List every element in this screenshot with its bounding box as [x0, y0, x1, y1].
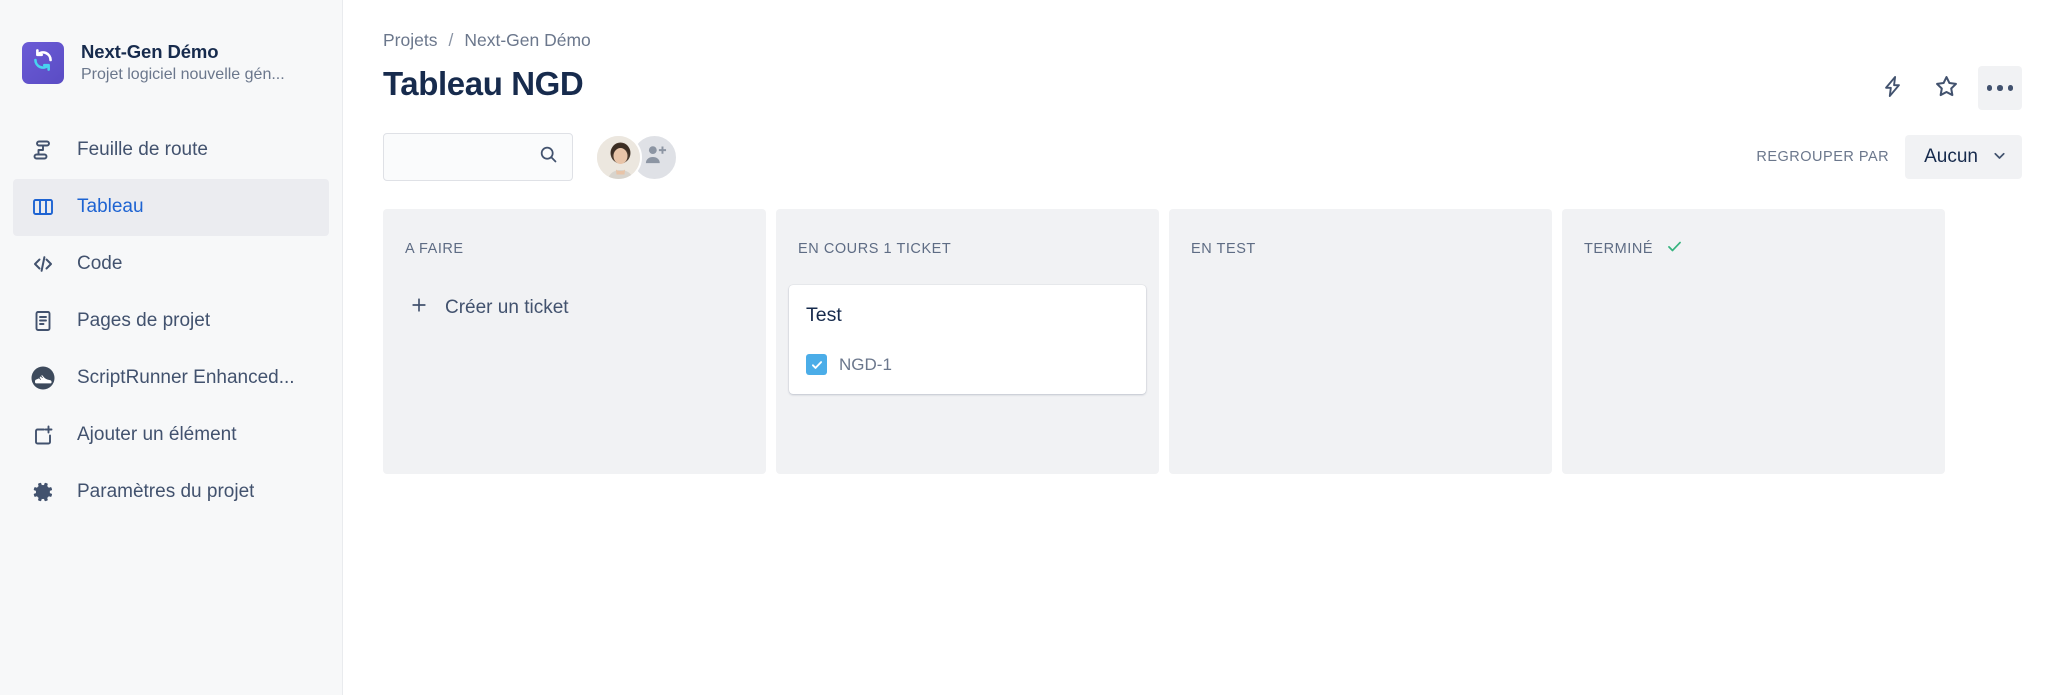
group-by-value: Aucun — [1924, 146, 1978, 167]
more-actions-icon — [1986, 85, 2014, 91]
column-title: EN TEST — [1191, 241, 1256, 257]
sidebar-item-project-settings[interactable]: Paramètres du projet — [13, 464, 329, 521]
person-plus-icon — [642, 142, 668, 173]
sidebar-item-scriptrunner[interactable]: ScriptRunner Enhanced... — [13, 350, 329, 407]
toolbar-right: REGROUPER PAR Aucun — [1756, 135, 2022, 179]
breadcrumb-separator: / — [448, 30, 454, 50]
search-icon — [538, 144, 559, 170]
sidebar-item-label: Paramètres du projet — [77, 481, 255, 503]
sidebar: Next-Gen Démo Projet logiciel nouvelle g… — [0, 0, 343, 695]
user-avatar[interactable] — [595, 133, 642, 181]
breadcrumb: Projets / Next-Gen Démo — [383, 30, 2048, 51]
create-issue-button[interactable]: Créer un ticket — [396, 285, 579, 331]
column-header: EN COURS 1 TICKET — [789, 223, 1146, 267]
project-subtitle: Projet logiciel nouvelle gén... — [81, 66, 285, 84]
title-row: Tableau NGD — [383, 64, 2048, 110]
sidebar-item-add-item[interactable]: Ajouter un élément — [13, 407, 329, 464]
group-by-select[interactable]: Aucun — [1905, 135, 2022, 179]
column-body[interactable]: Créer un ticket — [396, 285, 753, 456]
breadcrumb-current-project[interactable]: Next-Gen Démo — [464, 30, 590, 51]
app-root: Next-Gen Démo Projet logiciel nouvelle g… — [0, 0, 2048, 695]
code-brackets-icon — [30, 251, 56, 277]
refresh-circle-icon — [30, 47, 56, 78]
sidebar-item-roadmap[interactable]: Feuille de route — [13, 122, 329, 179]
group-by-label: REGROUPER PAR — [1756, 149, 1890, 165]
star-favorite-icon — [1933, 73, 1960, 103]
sidebar-item-board[interactable]: Tableau — [13, 178, 329, 236]
create-issue-label: Créer un ticket — [445, 297, 569, 318]
gear-icon — [30, 479, 56, 505]
board-toolbar: REGROUPER PAR Aucun — [383, 133, 2048, 181]
more-actions-button[interactable] — [1978, 66, 2022, 110]
project-name: Next-Gen Démo — [81, 41, 219, 62]
issue-card-title: Test — [806, 304, 842, 326]
sidebar-item-project-pages[interactable]: Pages de projet — [13, 293, 329, 350]
sidebar-item-code[interactable]: Code — [13, 236, 329, 293]
project-header[interactable]: Next-Gen Démo Projet logiciel nouvelle g… — [0, 40, 342, 86]
sidebar-item-label: Pages de projet — [77, 310, 211, 332]
roadmap-icon — [30, 137, 56, 163]
document-page-icon — [30, 308, 56, 334]
sidebar-item-label: Tableau — [77, 196, 144, 218]
toolbar-left — [383, 133, 678, 181]
breadcrumb-projects[interactable]: Projets — [383, 30, 437, 51]
column-body[interactable] — [1575, 285, 1932, 456]
title-actions — [1870, 66, 2022, 110]
search-input[interactable] — [398, 147, 538, 167]
member-avatars — [595, 133, 678, 181]
column-body[interactable] — [1182, 285, 1539, 456]
column-title: TERMINÉ — [1584, 241, 1654, 257]
check-icon — [1665, 237, 1684, 261]
project-meta: Next-Gen Démo Projet logiciel nouvelle g… — [81, 40, 285, 86]
plus-icon — [409, 295, 429, 321]
page-title: Tableau NGD — [383, 65, 584, 102]
column-header: TERMINÉ — [1575, 223, 1932, 267]
add-item-icon — [30, 422, 56, 448]
search-box[interactable] — [383, 133, 573, 181]
sidebar-item-label: Code — [77, 253, 123, 275]
board-column: EN COURS 1 TICKET Test NGD-1 — [776, 209, 1159, 474]
issue-card-key[interactable]: NGD-1 — [839, 355, 892, 375]
sidebar-item-label: Feuille de route — [77, 139, 208, 161]
board-column: EN TEST — [1169, 209, 1552, 474]
column-header: EN TEST — [1182, 223, 1539, 267]
star-favorite-button[interactable] — [1924, 66, 1968, 110]
issue-card-meta: NGD-1 — [806, 354, 1129, 376]
automation-bolt-icon — [1880, 74, 1905, 102]
board-column: A FAIRE Créer un ticket — [383, 209, 766, 474]
chevron-down-icon — [1991, 147, 2008, 167]
project-logo — [22, 41, 64, 84]
scriptrunner-shoe-icon — [30, 365, 56, 391]
sidebar-nav: Feuille de route Tableau Code Pages de p… — [0, 122, 342, 521]
column-header: A FAIRE — [396, 223, 753, 267]
board-columns-icon — [30, 194, 56, 220]
sidebar-item-label: Ajouter un élément — [77, 424, 237, 446]
board-column: TERMINÉ — [1562, 209, 1945, 474]
column-title: A FAIRE — [405, 241, 464, 257]
sidebar-item-label: ScriptRunner Enhanced... — [77, 367, 295, 389]
column-title: EN COURS 1 TICKET — [798, 241, 952, 257]
issue-card[interactable]: Test NGD-1 — [789, 285, 1146, 395]
main-content: Projets / Next-Gen Démo Tableau NGD REGR… — [343, 0, 2048, 695]
board-columns: A FAIRE Créer un ticket EN COURS 1 TICKE… — [383, 209, 2048, 474]
task-checkbox-icon — [806, 354, 827, 376]
automation-bolt-button[interactable] — [1870, 66, 1914, 110]
column-body[interactable]: Test NGD-1 — [789, 285, 1146, 456]
